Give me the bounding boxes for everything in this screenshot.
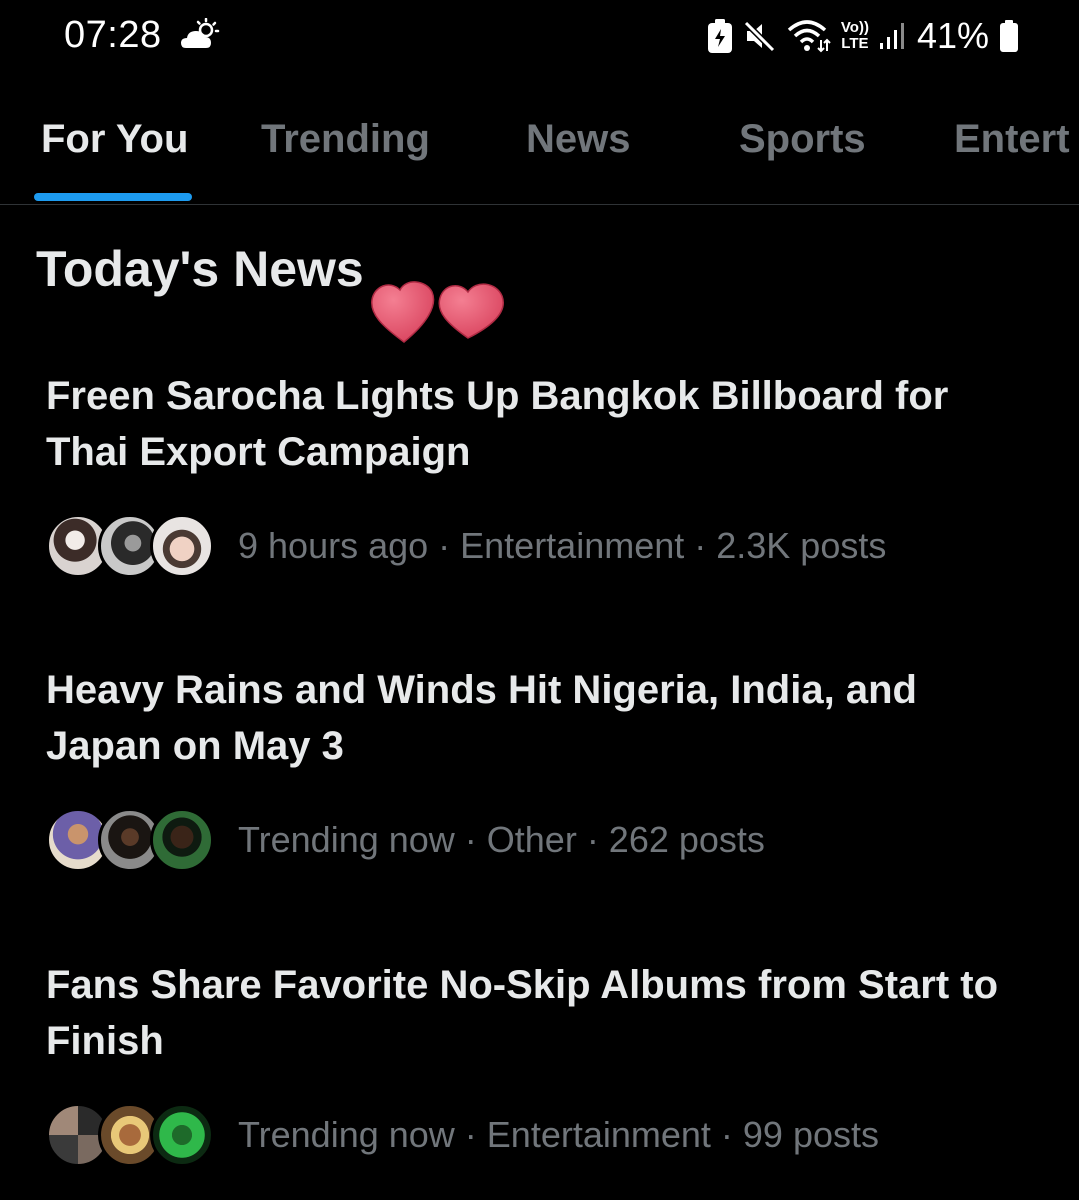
- section-title: Today's News: [36, 241, 364, 297]
- news-meta-text: 9 hours ago · Entertainment · 2.3K posts: [238, 525, 887, 566]
- tab-entertainment[interactable]: Entert: [954, 117, 1070, 162]
- news-meta: Trending now · Other · 262 posts: [46, 808, 765, 872]
- mute-icon: [743, 20, 776, 53]
- news-item[interactable]: Heavy Rains and Winds Hit Nigeria, India…: [46, 662, 1036, 872]
- volte-label-bottom: LTE: [841, 35, 869, 52]
- signal-icon: [879, 23, 904, 49]
- hearts-sticker: [371, 281, 504, 343]
- battery-percent: 41%: [916, 15, 989, 56]
- avatar: [150, 1103, 214, 1167]
- avatar-stack: [46, 808, 216, 872]
- news-headline[interactable]: Fans Share Favorite No-Skip Albums from …: [46, 957, 1036, 1069]
- news-meta: 9 hours ago · Entertainment · 2.3K posts: [46, 514, 886, 578]
- status-bar: 07:28 Vo)) LTE 41%: [0, 0, 1079, 75]
- news-item[interactable]: Freen Sarocha Lights Up Bangkok Billboar…: [46, 368, 1036, 578]
- status-time: 07:28: [64, 14, 162, 56]
- avatar: [150, 808, 214, 872]
- news-headline[interactable]: Heavy Rains and Winds Hit Nigeria, India…: [46, 662, 1036, 774]
- volte-label-top: Vo)): [840, 19, 869, 36]
- news-meta-text: Trending now · Other · 262 posts: [238, 819, 765, 860]
- news-meta-text: Trending now · Entertainment · 99 posts: [238, 1114, 879, 1155]
- news-meta: Trending now · Entertainment · 99 posts: [46, 1103, 879, 1167]
- volte-icon: Vo)) LTE: [841, 20, 869, 52]
- tab-trending[interactable]: Trending: [261, 117, 430, 162]
- news-item[interactable]: Fans Share Favorite No-Skip Albums from …: [46, 957, 1036, 1167]
- avatar-stack: [46, 1103, 216, 1167]
- tab-sports[interactable]: Sports: [739, 117, 866, 162]
- explore-tabs: For You Trending News Sports Entert: [0, 95, 1079, 205]
- avatar: [150, 514, 214, 578]
- tab-for-you[interactable]: For You: [41, 117, 188, 162]
- avatar-stack: [46, 514, 216, 578]
- battery-icon: [1000, 20, 1018, 52]
- partly-cloudy-icon: [181, 18, 220, 48]
- tab-news[interactable]: News: [526, 117, 631, 162]
- news-headline[interactable]: Freen Sarocha Lights Up Bangkok Billboar…: [46, 368, 1036, 480]
- battery-saver-icon: [707, 19, 732, 53]
- status-icons: Vo)) LTE 41%: [707, 14, 1019, 58]
- wifi-icon: [787, 20, 831, 53]
- active-tab-indicator: [34, 193, 192, 201]
